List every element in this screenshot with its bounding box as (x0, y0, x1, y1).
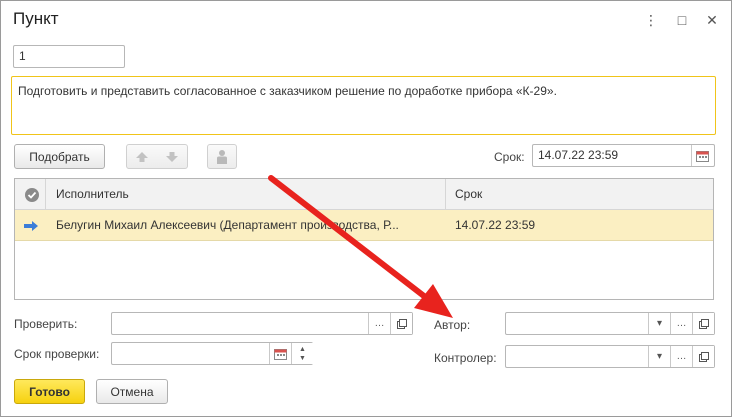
check-deadline-calendar-icon[interactable] (269, 343, 291, 364)
maximize-icon[interactable]: □ (673, 11, 691, 29)
executor-cell: Белугин Михаил Алексеевич (Департамент п… (56, 218, 399, 232)
column-header-deadline[interactable]: Срок (455, 179, 695, 210)
check-deadline-spinner[interactable]: ▲ ▼ (291, 343, 313, 364)
description-field[interactable]: Подготовить и представить согласованное … (11, 76, 716, 135)
spin-up-icon[interactable]: ▲ (299, 345, 306, 354)
dialog-title: Пункт (13, 9, 59, 28)
column-header-executor[interactable]: Исполнитель (56, 179, 436, 210)
spin-down-icon[interactable]: ▼ (299, 354, 306, 363)
deadline-cell: 14.07.22 23:59 (455, 218, 536, 232)
close-icon[interactable]: ✕ (703, 11, 721, 29)
table-header: Исполнитель Срок (15, 179, 713, 210)
table-row[interactable]: Белугин Михаил Алексеевич (Департамент п… (15, 210, 713, 241)
controller-dropdown-icon[interactable]: ▾ (648, 346, 670, 367)
author-dropdown-icon[interactable]: ▾ (648, 313, 670, 334)
check-open-icon[interactable] (390, 313, 412, 334)
check-label: Проверить: (14, 317, 78, 331)
pick-button[interactable]: Подобрать (14, 144, 105, 169)
calendar-icon[interactable] (691, 145, 713, 166)
author-label: Автор: (434, 318, 471, 332)
deadline-value: 14.07.22 23:59 (538, 148, 619, 162)
current-row-arrow-icon (23, 210, 43, 241)
executors-table: Исполнитель Срок Белугин Михаил Алексеев… (14, 178, 714, 300)
check-column-icon[interactable] (24, 179, 44, 210)
controller-open-icon[interactable] (692, 346, 714, 367)
author-select-button[interactable]: … (670, 313, 692, 334)
check-select-button[interactable]: … (368, 313, 390, 334)
dialog-window: Пункт ⋮ □ ✕ 1 Подготовить и представить … (0, 0, 732, 417)
check-deadline-label: Срок проверки: (14, 347, 100, 361)
move-down-icon[interactable] (157, 151, 187, 163)
person-button[interactable] (207, 144, 237, 169)
controller-select-button[interactable]: … (670, 346, 692, 367)
person-icon (217, 149, 227, 164)
ok-button[interactable]: Готово (14, 379, 85, 404)
cancel-button[interactable]: Отмена (96, 379, 168, 404)
deadline-label: Срок: (494, 150, 525, 164)
move-buttons-group (126, 144, 188, 169)
deadline-field[interactable]: 14.07.22 23:59 (532, 144, 715, 167)
move-up-icon[interactable] (127, 151, 157, 163)
number-field[interactable]: 1 (13, 45, 125, 68)
author-open-icon[interactable] (692, 313, 714, 334)
controller-label: Контролер: (434, 351, 497, 365)
more-menu-icon[interactable]: ⋮ (642, 11, 660, 29)
